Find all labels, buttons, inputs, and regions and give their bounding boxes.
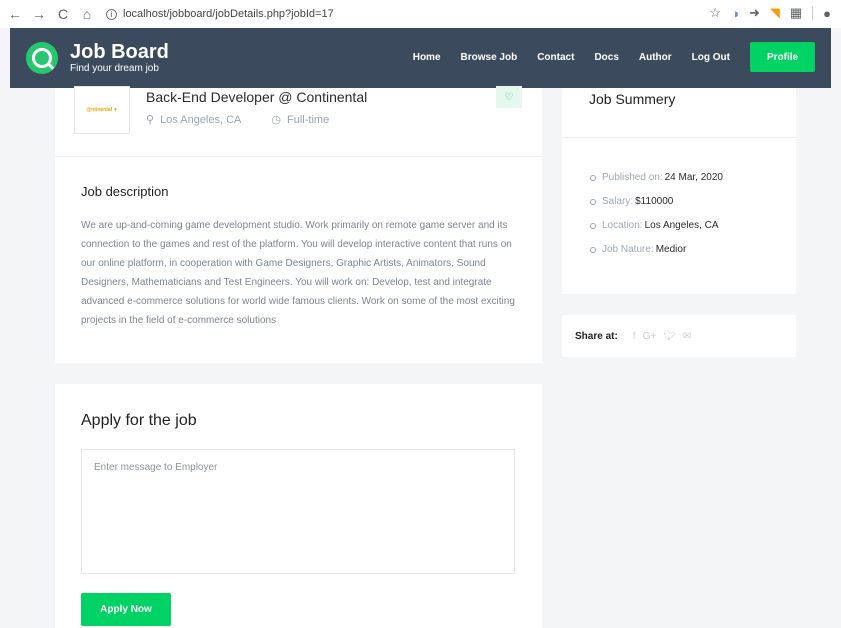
info-icon[interactable]: i [106, 8, 117, 20]
arrow-left-icon[interactable]: ← [8, 6, 22, 22]
summary-value: 24 Mar, 2020 [664, 172, 723, 183]
job-location-text: Los Angeles, CA [160, 114, 242, 126]
nav-log-out[interactable]: Log Out [692, 52, 730, 63]
job-type: ◷ Full-time [271, 113, 329, 126]
tv-icon[interactable]: ▦ [790, 5, 802, 21]
address-bar[interactable]: i localhost/jobboard/jobDetails.php?jobI… [106, 8, 334, 20]
clock-icon: ◷ [271, 114, 282, 126]
apply-title: Apply for the job [81, 412, 197, 429]
summary-item: Location: Los Angeles, CA [590, 220, 796, 231]
nav-browse-job[interactable]: Browse Job [461, 52, 518, 63]
apply-now-button[interactable]: Apply Now [81, 593, 171, 626]
brand-logo[interactable]: Job Board Find your dream job [10, 41, 169, 75]
url-text: localhost/jobboard/jobDetails.php?jobId=… [123, 8, 334, 20]
extension-icon[interactable]: ◑ [731, 6, 739, 21]
circle-icon [590, 198, 596, 205]
summary-item: Salary: $110000 [590, 196, 796, 207]
summary-value: $110000 [635, 196, 674, 207]
heart-icon: ♡ [504, 91, 514, 103]
summary-item: Published on: 24 Mar, 2020 [590, 172, 796, 183]
browser-toolbar: ← → C ⌂ i localhost/jobboard/jobDetails.… [0, 0, 841, 28]
summary-label: Job Nature: [602, 244, 654, 255]
job-title: Back-End Developer @ Continental [146, 89, 368, 105]
share-card: Share at: f G+ 🐦︎ ✉ [562, 315, 796, 357]
home-icon[interactable]: ⌂ [80, 6, 94, 22]
nav-contact[interactable]: Contact [537, 52, 574, 63]
twitter-icon[interactable]: 🐦︎ [663, 331, 676, 342]
circle-icon [590, 174, 596, 181]
message-textarea[interactable] [81, 449, 515, 574]
map-pin-icon: ⚲ [146, 114, 155, 126]
job-description: We are up-and-coming game development st… [81, 220, 515, 326]
share-label: Share at: [575, 330, 618, 342]
summary-value: Los Angeles, CA [644, 220, 719, 231]
summary-title: Job Summery [562, 88, 796, 138]
favorite-button[interactable]: ♡ [496, 86, 522, 108]
rss-icon[interactable]: ◥ [770, 5, 780, 21]
nav-home[interactable]: Home [413, 52, 441, 63]
profile-button[interactable]: Profile [750, 42, 815, 72]
divider [812, 6, 814, 20]
circle-icon [590, 246, 596, 253]
mail-icon[interactable]: ✉ [683, 331, 691, 342]
job-location: ⚲ Los Angeles, CA [146, 113, 241, 126]
summary-list: Published on: 24 Mar, 2020 Salary: $110000… [562, 172, 796, 255]
facebook-icon[interactable]: f [633, 331, 636, 342]
job-summary-card: Job Summery Published on: 24 Mar, 2020 Sa… [562, 88, 796, 294]
share-arrow-icon[interactable]: ➜ [749, 5, 760, 21]
company-logo: @ntinental ✦ [74, 86, 130, 134]
reload-icon[interactable]: C [56, 6, 70, 22]
company-logo-text: @ntinental ✦ [86, 107, 118, 113]
summary-label: Location: [602, 220, 643, 231]
description-heading: Job description [81, 184, 169, 199]
summary-label: Published on: [602, 172, 663, 183]
star-icon[interactable]: ☆ [709, 5, 721, 21]
nav-author[interactable]: Author [639, 52, 672, 63]
logo-icon [26, 42, 58, 74]
arrow-right-icon[interactable]: → [32, 6, 46, 22]
summary-value: Medior [655, 244, 687, 255]
summary-label: Salary: [602, 196, 634, 207]
google-plus-icon[interactable]: G+ [643, 331, 657, 342]
job-type-text: Full-time [287, 114, 330, 126]
nav-docs[interactable]: Docs [594, 52, 618, 63]
site-header: Job Board Find your dream job Home Brows… [10, 28, 831, 88]
brand-title: Job Board [70, 41, 169, 63]
avatar[interactable]: ● [823, 6, 831, 21]
circle-icon [590, 222, 596, 229]
summary-item: Job Nature: Medior [590, 244, 796, 255]
job-details-card: @ntinental ✦ Back-End Developer @ Contin… [55, 86, 542, 363]
apply-card: Apply for the job Apply Now [55, 384, 542, 628]
brand-subtitle: Find your dream job [70, 63, 159, 74]
main-nav: Home Browse Job Contact Docs Author Log … [393, 42, 815, 72]
